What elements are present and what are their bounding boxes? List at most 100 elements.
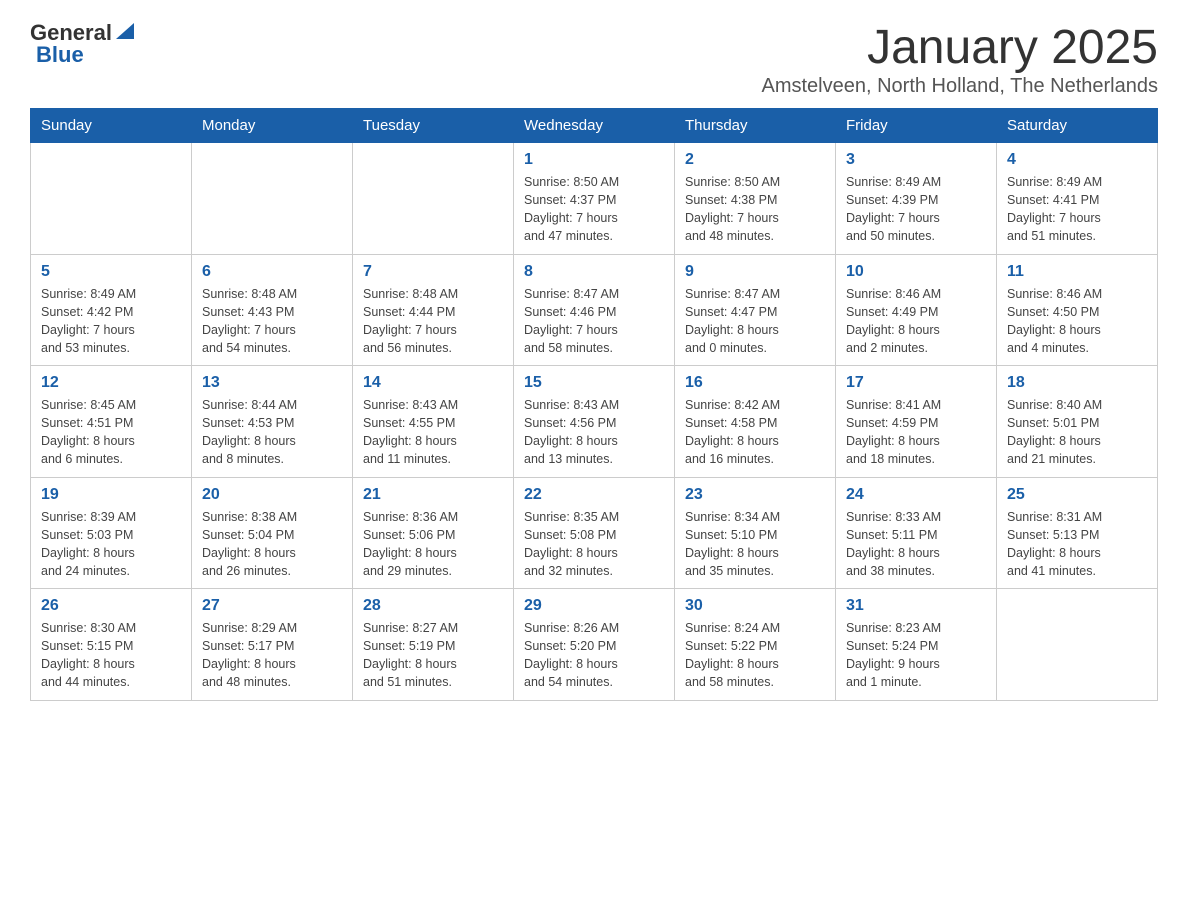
calendar-cell: 21 Sunrise: 8:36 AM Sunset: 5:06 PM Dayli… [353, 477, 514, 589]
header: General Blue January 2025 Amstelveen, No… [30, 20, 1158, 98]
weekday-header-monday: Monday [192, 109, 353, 143]
title-area: January 2025 Amstelveen, North Holland, … [761, 20, 1158, 98]
calendar-cell [31, 143, 192, 255]
day-number: 15 [524, 374, 664, 392]
day-number: 31 [846, 597, 986, 615]
day-info: Sunrise: 8:43 AM Sunset: 4:55 PM Dayligh… [363, 396, 503, 469]
day-number: 1 [524, 151, 664, 169]
day-info: Sunrise: 8:47 AM Sunset: 4:47 PM Dayligh… [685, 285, 825, 358]
day-info: Sunrise: 8:34 AM Sunset: 5:10 PM Dayligh… [685, 508, 825, 581]
day-info: Sunrise: 8:49 AM Sunset: 4:39 PM Dayligh… [846, 173, 986, 246]
day-number: 13 [202, 374, 342, 392]
day-info: Sunrise: 8:43 AM Sunset: 4:56 PM Dayligh… [524, 396, 664, 469]
calendar-cell: 1 Sunrise: 8:50 AM Sunset: 4:37 PM Daylig… [514, 143, 675, 255]
calendar-cell: 9 Sunrise: 8:47 AM Sunset: 4:47 PM Daylig… [675, 254, 836, 366]
weekday-header-sunday: Sunday [31, 109, 192, 143]
day-number: 2 [685, 151, 825, 169]
day-info: Sunrise: 8:23 AM Sunset: 5:24 PM Dayligh… [846, 619, 986, 692]
calendar-cell: 26Sunrise: 8:30 AM Sunset: 5:15 PM Dayli… [31, 589, 192, 701]
calendar-cell: 16 Sunrise: 8:42 AM Sunset: 4:58 PM Dayli… [675, 366, 836, 478]
day-number: 12 [41, 374, 181, 392]
calendar-cell: 17Sunrise: 8:41 AM Sunset: 4:59 PM Dayli… [836, 366, 997, 478]
weekday-header-tuesday: Tuesday [353, 109, 514, 143]
calendar-cell: 5 Sunrise: 8:49 AM Sunset: 4:42 PM Daylig… [31, 254, 192, 366]
day-info: Sunrise: 8:40 AM Sunset: 5:01 PM Dayligh… [1007, 396, 1147, 469]
calendar-cell: 23 Sunrise: 8:34 AM Sunset: 5:10 PM Dayli… [675, 477, 836, 589]
day-number: 7 [363, 263, 503, 281]
day-info: Sunrise: 8:47 AM Sunset: 4:46 PM Dayligh… [524, 285, 664, 358]
day-number: 25 [1007, 486, 1147, 504]
calendar-cell [192, 143, 353, 255]
calendar-cell: 25 Sunrise: 8:31 AM Sunset: 5:13 PM Dayli… [997, 477, 1158, 589]
calendar-cell: 8 Sunrise: 8:47 AM Sunset: 4:46 PM Daylig… [514, 254, 675, 366]
weekday-header-wednesday: Wednesday [514, 109, 675, 143]
day-info: Sunrise: 8:27 AM Sunset: 5:19 PM Dayligh… [363, 619, 503, 692]
day-info: Sunrise: 8:50 AM Sunset: 4:37 PM Dayligh… [524, 173, 664, 246]
day-number: 30 [685, 597, 825, 615]
logo-blue-text: Blue [32, 42, 84, 68]
calendar-cell: 20 Sunrise: 8:38 AM Sunset: 5:04 PM Dayli… [192, 477, 353, 589]
calendar-cell: 28 Sunrise: 8:27 AM Sunset: 5:19 PM Dayli… [353, 589, 514, 701]
day-number: 19 [41, 486, 181, 504]
day-number: 9 [685, 263, 825, 281]
day-number: 6 [202, 263, 342, 281]
calendar-cell: 6Sunrise: 8:48 AM Sunset: 4:43 PM Daylig… [192, 254, 353, 366]
calendar-cell [997, 589, 1158, 701]
day-number: 23 [685, 486, 825, 504]
day-number: 8 [524, 263, 664, 281]
calendar-cell: 7 Sunrise: 8:48 AM Sunset: 4:44 PM Daylig… [353, 254, 514, 366]
day-info: Sunrise: 8:30 AM Sunset: 5:15 PM Dayligh… [41, 619, 181, 692]
day-number: 4 [1007, 151, 1147, 169]
logo: General Blue [30, 20, 136, 68]
calendar-cell: 13 Sunrise: 8:44 AM Sunset: 4:53 PM Dayli… [192, 366, 353, 478]
day-info: Sunrise: 8:36 AM Sunset: 5:06 PM Dayligh… [363, 508, 503, 581]
day-info: Sunrise: 8:42 AM Sunset: 4:58 PM Dayligh… [685, 396, 825, 469]
calendar-cell: 31 Sunrise: 8:23 AM Sunset: 5:24 PM Dayli… [836, 589, 997, 701]
day-number: 20 [202, 486, 342, 504]
weekday-header-saturday: Saturday [997, 109, 1158, 143]
day-number: 11 [1007, 263, 1147, 281]
day-info: Sunrise: 8:41 AM Sunset: 4:59 PM Dayligh… [846, 396, 986, 469]
day-info: Sunrise: 8:26 AM Sunset: 5:20 PM Dayligh… [524, 619, 664, 692]
day-info: Sunrise: 8:46 AM Sunset: 4:50 PM Dayligh… [1007, 285, 1147, 358]
week-row-2: 12 Sunrise: 8:45 AM Sunset: 4:51 PM Dayli… [31, 366, 1158, 478]
day-info: Sunrise: 8:24 AM Sunset: 5:22 PM Dayligh… [685, 619, 825, 692]
day-number: 14 [363, 374, 503, 392]
day-info: Sunrise: 8:38 AM Sunset: 5:04 PM Dayligh… [202, 508, 342, 581]
day-info: Sunrise: 8:49 AM Sunset: 4:42 PM Dayligh… [41, 285, 181, 358]
calendar-cell: 11 Sunrise: 8:46 AM Sunset: 4:50 PM Dayli… [997, 254, 1158, 366]
day-info: Sunrise: 8:46 AM Sunset: 4:49 PM Dayligh… [846, 285, 986, 358]
calendar-cell [353, 143, 514, 255]
day-number: 10 [846, 263, 986, 281]
calendar-cell: 15 Sunrise: 8:43 AM Sunset: 4:56 PM Dayli… [514, 366, 675, 478]
subtitle: Amstelveen, North Holland, The Netherlan… [761, 75, 1158, 98]
day-info: Sunrise: 8:45 AM Sunset: 4:51 PM Dayligh… [41, 396, 181, 469]
day-info: Sunrise: 8:44 AM Sunset: 4:53 PM Dayligh… [202, 396, 342, 469]
day-number: 21 [363, 486, 503, 504]
day-number: 28 [363, 597, 503, 615]
day-info: Sunrise: 8:50 AM Sunset: 4:38 PM Dayligh… [685, 173, 825, 246]
calendar-cell: 4 Sunrise: 8:49 AM Sunset: 4:41 PM Daylig… [997, 143, 1158, 255]
day-info: Sunrise: 8:29 AM Sunset: 5:17 PM Dayligh… [202, 619, 342, 692]
day-number: 16 [685, 374, 825, 392]
calendar-cell: 12 Sunrise: 8:45 AM Sunset: 4:51 PM Dayli… [31, 366, 192, 478]
day-number: 27 [202, 597, 342, 615]
calendar-cell: 18Sunrise: 8:40 AM Sunset: 5:01 PM Dayli… [997, 366, 1158, 478]
day-info: Sunrise: 8:49 AM Sunset: 4:41 PM Dayligh… [1007, 173, 1147, 246]
weekday-header-friday: Friday [836, 109, 997, 143]
day-number: 29 [524, 597, 664, 615]
day-number: 3 [846, 151, 986, 169]
week-row-0: 1 Sunrise: 8:50 AM Sunset: 4:37 PM Daylig… [31, 143, 1158, 255]
day-info: Sunrise: 8:31 AM Sunset: 5:13 PM Dayligh… [1007, 508, 1147, 581]
day-info: Sunrise: 8:48 AM Sunset: 4:44 PM Dayligh… [363, 285, 503, 358]
calendar-cell: 22Sunrise: 8:35 AM Sunset: 5:08 PM Dayli… [514, 477, 675, 589]
day-info: Sunrise: 8:33 AM Sunset: 5:11 PM Dayligh… [846, 508, 986, 581]
calendar-cell: 14 Sunrise: 8:43 AM Sunset: 4:55 PM Dayli… [353, 366, 514, 478]
week-row-3: 19Sunrise: 8:39 AM Sunset: 5:03 PM Dayli… [31, 477, 1158, 589]
month-title: January 2025 [761, 20, 1158, 75]
calendar-cell: 2 Sunrise: 8:50 AM Sunset: 4:38 PM Daylig… [675, 143, 836, 255]
calendar-cell: 3 Sunrise: 8:49 AM Sunset: 4:39 PM Daylig… [836, 143, 997, 255]
logo-triangle-icon [114, 21, 136, 43]
week-row-1: 5 Sunrise: 8:49 AM Sunset: 4:42 PM Daylig… [31, 254, 1158, 366]
day-number: 5 [41, 263, 181, 281]
